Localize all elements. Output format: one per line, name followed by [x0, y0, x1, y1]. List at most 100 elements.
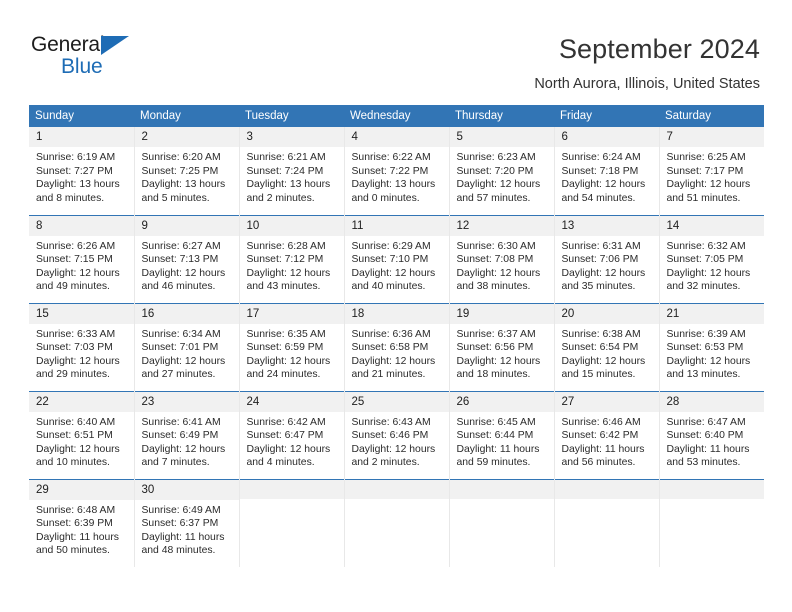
calendar-day-cell[interactable]: 8 Sunrise: 6:26 AM Sunset: 7:15 PM Daylight… [29, 214, 135, 303]
daylight-duration: Daylight: 13 hours and 5 minutes. [141, 179, 226, 204]
sunrise-time: Sunrise: 6:40 AM [36, 416, 116, 428]
calendar-day-cell[interactable]: 25 Sunrise: 6:43 AM Sunset: 6:46 PM Dayligh… [343, 390, 450, 479]
sunset-time: Sunset: 7:13 PM [141, 254, 219, 266]
calendar-day-cell[interactable]: 29 Sunrise: 6:48 AM Sunset: 6:39 PM Dayligh… [29, 478, 135, 567]
day-sun-info: Sunrise: 6:25 AM Sunset: 7:17 PM Daylight:… [660, 147, 765, 205]
day-number: 2 [134, 127, 239, 147]
calendar-day-cell[interactable]: 27 Sunrise: 6:46 AM Sunset: 6:42 PM Dayligh… [553, 390, 660, 479]
day-sun-info: Sunrise: 6:28 AM Sunset: 7:12 PM Daylight:… [240, 236, 344, 294]
weekday-header-saturday: Saturday [659, 105, 764, 127]
calendar-day-cell[interactable]: 1 Sunrise: 6:19 AM Sunset: 7:27 PM Daylight… [29, 127, 135, 215]
day-number: 10 [239, 215, 344, 236]
sunset-time: Sunset: 7:22 PM [351, 165, 429, 177]
weekday-header-wednesday: Wednesday [344, 105, 449, 127]
calendar-day-cell[interactable]: 11 Sunrise: 6:29 AM Sunset: 7:10 PM Dayligh… [343, 214, 450, 303]
weekday-header-friday: Friday [554, 105, 659, 127]
daylight-duration: Daylight: 12 hours and 49 minutes. [36, 267, 120, 293]
general-blue-logo[interactable]: General Blue [31, 34, 161, 80]
calendar-day-cell[interactable]: 20 Sunrise: 6:38 AM Sunset: 6:54 PM Dayligh… [553, 302, 660, 391]
day-number: 29 [29, 479, 134, 500]
calendar-day-cell[interactable]: 3 Sunrise: 6:21 AM Sunset: 7:24 PM Daylight… [238, 127, 345, 215]
day-number: 11 [344, 215, 449, 236]
day-sun-info: Sunrise: 6:38 AM Sunset: 6:54 PM Daylight:… [555, 324, 659, 382]
calendar-day-cell[interactable]: 2 Sunrise: 6:20 AM Sunset: 7:25 PM Daylight… [133, 127, 240, 215]
day-number: 15 [29, 303, 134, 324]
sunrise-time: Sunrise: 6:36 AM [351, 328, 431, 340]
sunset-time: Sunset: 7:15 PM [36, 254, 113, 266]
daylight-duration: Daylight: 12 hours and 18 minutes. [456, 355, 541, 381]
sunrise-time: Sunrise: 6:33 AM [36, 328, 116, 340]
day-sun-info: Sunrise: 6:35 AM Sunset: 6:59 PM Daylight:… [240, 324, 344, 382]
day-number: 5 [449, 127, 554, 147]
sunset-time: Sunset: 7:05 PM [666, 254, 744, 266]
daylight-duration: Daylight: 11 hours and 56 minutes. [561, 443, 645, 469]
day-sun-info: Sunrise: 6:33 AM Sunset: 7:03 PM Daylight:… [29, 324, 134, 382]
calendar-day-cell[interactable]: 21 Sunrise: 6:39 AM Sunset: 6:53 PM Dayligh… [658, 302, 764, 391]
day-sun-info: Sunrise: 6:29 AM Sunset: 7:10 PM Daylight:… [345, 236, 449, 294]
daylight-duration: Daylight: 12 hours and 4 minutes. [246, 443, 331, 469]
calendar-day-cell[interactable]: 4 Sunrise: 6:22 AM Sunset: 7:22 PM Daylight… [343, 127, 450, 215]
daylight-duration: Daylight: 12 hours and 21 minutes. [351, 355, 436, 381]
sunset-time: Sunset: 6:39 PM [36, 518, 113, 530]
logo-text-blue: Blue [61, 55, 103, 78]
sunrise-time: Sunrise: 6:35 AM [246, 328, 326, 340]
sunrise-time: Sunrise: 6:37 AM [456, 328, 536, 340]
calendar-day-cell[interactable]: 5 Sunrise: 6:23 AM Sunset: 7:20 PM Daylight… [448, 127, 555, 215]
calendar-day-cell[interactable]: 6 Sunrise: 6:24 AM Sunset: 7:18 PM Daylight… [553, 127, 660, 215]
weekday-header-thursday: Thursday [449, 105, 554, 127]
calendar-day-cell[interactable]: 7 Sunrise: 6:25 AM Sunset: 7:17 PM Daylight… [658, 127, 765, 215]
daylight-duration: Daylight: 12 hours and 43 minutes. [246, 267, 331, 293]
day-sun-info: Sunrise: 6:41 AM Sunset: 6:49 PM Daylight:… [135, 412, 239, 470]
weekday-header-row: Sunday Monday Tuesday Wednesday Thursday… [29, 105, 764, 127]
calendar-day-cell[interactable]: 17 Sunrise: 6:35 AM Sunset: 6:59 PM Dayligh… [238, 302, 345, 391]
day-number: 19 [449, 303, 554, 324]
day-sun-info: Sunrise: 6:48 AM Sunset: 6:39 PM Daylight:… [29, 500, 134, 558]
day-number: 3 [239, 127, 344, 147]
sunrise-time: Sunrise: 6:32 AM [666, 240, 746, 252]
sunrise-time: Sunrise: 6:21 AM [246, 152, 326, 163]
sunset-time: Sunset: 6:51 PM [36, 430, 113, 442]
calendar-day-cell[interactable]: 28 Sunrise: 6:47 AM Sunset: 6:40 PM Dayligh… [658, 390, 764, 479]
day-sun-info: Sunrise: 6:43 AM Sunset: 6:46 PM Daylight:… [345, 412, 449, 470]
sunset-time: Sunset: 7:10 PM [351, 254, 429, 266]
calendar-day-cell[interactable]: 16 Sunrise: 6:34 AM Sunset: 7:01 PM Dayligh… [133, 302, 240, 391]
calendar-day-cell[interactable]: 14 Sunrise: 6:32 AM Sunset: 7:05 PM Dayligh… [658, 214, 764, 303]
sunrise-time: Sunrise: 6:22 AM [351, 152, 431, 163]
calendar-day-cell[interactable]: 23 Sunrise: 6:41 AM Sunset: 6:49 PM Dayligh… [133, 390, 240, 479]
day-number: 20 [554, 303, 659, 324]
calendar-day-cell[interactable]: 12 Sunrise: 6:30 AM Sunset: 7:08 PM Dayligh… [448, 214, 555, 303]
sunset-time: Sunset: 7:27 PM [36, 165, 113, 177]
daylight-duration: Daylight: 13 hours and 8 minutes. [36, 179, 120, 204]
calendar-day-cell[interactable]: 19 Sunrise: 6:37 AM Sunset: 6:56 PM Dayligh… [448, 302, 555, 391]
daylight-duration: Daylight: 12 hours and 27 minutes. [141, 355, 226, 381]
sunrise-time: Sunrise: 6:25 AM [666, 152, 746, 163]
calendar-day-cell[interactable]: 18 Sunrise: 6:36 AM Sunset: 6:58 PM Dayligh… [343, 302, 450, 391]
sunrise-time: Sunrise: 6:41 AM [141, 416, 221, 428]
daylight-duration: Daylight: 12 hours and 32 minutes. [666, 267, 751, 293]
calendar-day-cell[interactable]: 9 Sunrise: 6:27 AM Sunset: 7:13 PM Daylight… [133, 214, 240, 303]
sunset-time: Sunset: 6:42 PM [561, 430, 639, 442]
calendar-day-cell[interactable]: 10 Sunrise: 6:28 AM Sunset: 7:12 PM Dayligh… [238, 214, 345, 303]
calendar-day-cell[interactable]: 30 Sunrise: 6:49 AM Sunset: 6:37 PM Dayligh… [133, 478, 240, 567]
calendar-day-cell[interactable]: 24 Sunrise: 6:42 AM Sunset: 6:47 PM Dayligh… [238, 390, 345, 479]
calendar-day-cell[interactable]: 15 Sunrise: 6:33 AM Sunset: 7:03 PM Dayligh… [29, 302, 135, 391]
calendar-day-cell[interactable]: 13 Sunrise: 6:31 AM Sunset: 7:06 PM Dayligh… [553, 214, 660, 303]
calendar-week-row: 29 Sunrise: 6:48 AM Sunset: 6:39 PM Dayligh… [29, 478, 764, 567]
day-number [554, 479, 659, 499]
daylight-duration: Daylight: 12 hours and 40 minutes. [351, 267, 436, 293]
day-sun-info: Sunrise: 6:49 AM Sunset: 6:37 PM Daylight:… [135, 500, 239, 558]
calendar-day-cell[interactable]: 26 Sunrise: 6:45 AM Sunset: 6:44 PM Dayligh… [448, 390, 555, 479]
day-sun-info: Sunrise: 6:30 AM Sunset: 7:08 PM Daylight:… [450, 236, 554, 294]
calendar-day-cell[interactable]: 22 Sunrise: 6:40 AM Sunset: 6:51 PM Dayligh… [29, 390, 135, 479]
sunrise-time: Sunrise: 6:47 AM [666, 416, 746, 428]
day-sun-info: Sunrise: 6:37 AM Sunset: 6:56 PM Daylight:… [450, 324, 554, 382]
day-sun-info: Sunrise: 6:26 AM Sunset: 7:15 PM Daylight:… [29, 236, 134, 294]
daylight-duration: Daylight: 12 hours and 51 minutes. [666, 179, 751, 204]
day-sun-info: Sunrise: 6:22 AM Sunset: 7:22 PM Daylight:… [345, 147, 449, 205]
day-sun-info: Sunrise: 6:20 AM Sunset: 7:25 PM Daylight:… [135, 147, 239, 205]
day-number: 26 [449, 391, 554, 412]
sunrise-time: Sunrise: 6:45 AM [456, 416, 536, 428]
sunrise-sunset-calendar-table: Sunday Monday Tuesday Wednesday Thursday… [29, 105, 764, 567]
day-number: 23 [134, 391, 239, 412]
day-sun-info: Sunrise: 6:19 AM Sunset: 7:27 PM Daylight:… [29, 147, 134, 205]
